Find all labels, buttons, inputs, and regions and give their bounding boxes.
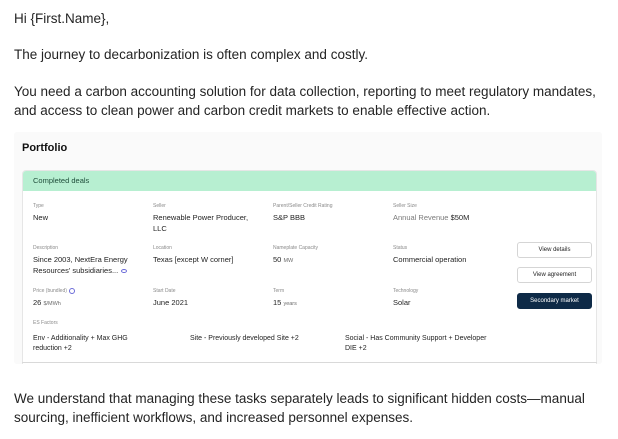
seller-label: Seller [153, 203, 166, 209]
view-details-button[interactable]: View details [517, 242, 592, 258]
capacity-field: Nameplate Capacity 50 MW [273, 244, 318, 267]
price-label: Price (bundled) [33, 287, 75, 295]
description-value: Since 2003, NextEra Energy Resources' su… [33, 255, 148, 276]
secondary-market-button[interactable]: Secondary market [517, 293, 592, 309]
description-field: Description Since 2003, NextEra Energy R… [33, 244, 148, 276]
technology-value: Solar [393, 298, 411, 307]
term-value: 15 years [273, 298, 297, 310]
technology-field: Technology Solar [393, 287, 418, 309]
type-field: Type New [33, 202, 48, 224]
capacity-number: 50 [273, 255, 282, 264]
completed-deal-panel: Completed deals Type New Seller Renewabl… [22, 170, 597, 364]
price-number: 26 [33, 298, 42, 307]
seller-value: Renewable Power Producer, LLC [153, 213, 249, 233]
seller-size-value: Annual Revenue $50M [393, 213, 469, 224]
credit-rating-field: Parent/Seller Credit Rating S&P BBB [273, 202, 332, 224]
term-field: Term 15 years [273, 287, 297, 310]
email-greeting: Hi {First.Name}, [14, 11, 110, 26]
es-factors-label: ES Factors [33, 320, 58, 326]
portfolio-card: Portfolio Completed deals Type New Selle… [14, 132, 602, 364]
seller-field: Seller Renewable Power Producer, LLC [153, 202, 261, 234]
location-field: Location Texas [except W corner] [153, 244, 233, 266]
type-label: Type [33, 203, 44, 209]
credit-rating-value: S&P BBB [273, 213, 305, 222]
status-label: Status [393, 245, 408, 251]
es-factor-site: Site - Previously developed Site +2 [190, 335, 299, 342]
seller-size-label: Seller Size [393, 203, 417, 209]
email-paragraph-1: The journey to decarbonization is often … [14, 47, 368, 62]
es-factor-social: Social - Has Community Support + Develop… [345, 335, 487, 352]
term-unit: years [283, 301, 297, 307]
email-paragraph-3: We understand that managing these tasks … [14, 391, 585, 425]
price-label-text: Price (bundled) [33, 288, 67, 294]
eye-icon[interactable] [121, 268, 128, 273]
price-value: 26 $/MWh [33, 298, 75, 310]
seller-size-amount: $50M [450, 213, 470, 222]
technology-label: Technology [393, 288, 419, 294]
capacity-value: 50 MW [273, 255, 318, 267]
price-field: Price (bundled) 26 $/MWh [33, 287, 75, 310]
completed-deals-header: Completed deals [23, 171, 596, 191]
es-factor-env: Env - Additionality + Max GHG reduction … [33, 335, 128, 352]
help-circle-icon[interactable] [68, 287, 75, 294]
start-date-label: Start Date [153, 288, 176, 294]
price-unit: $/MWh [43, 301, 61, 307]
start-date-field: Start Date June 2021 [153, 287, 188, 309]
seller-size-field: Seller Size Annual Revenue $50M [393, 202, 469, 224]
term-label: Term [273, 288, 285, 294]
location-value: Texas [except W corner] [153, 255, 234, 264]
location-label: Location [153, 245, 172, 251]
status-value: Commercial operation [393, 255, 467, 264]
email-paragraph-2: You need a carbon accounting solution fo… [14, 84, 596, 118]
description-label: Description [33, 245, 59, 251]
term-number: 15 [273, 298, 282, 307]
capacity-unit: MW [283, 258, 294, 264]
start-date-value: June 2021 [153, 298, 189, 307]
view-agreement-button[interactable]: View agreement [517, 267, 592, 283]
seller-size-prefix: Annual Revenue [393, 213, 449, 222]
type-value: New [33, 213, 49, 222]
card-bottom-divider [22, 362, 597, 363]
credit-rating-label: Parent/Seller Credit Rating [273, 203, 333, 209]
status-field: Status Commercial operation [393, 244, 466, 266]
description-text: Since 2003, NextEra Energy Resources' su… [33, 255, 128, 275]
portfolio-title: Portfolio [22, 142, 68, 154]
capacity-label: Nameplate Capacity [273, 245, 319, 251]
